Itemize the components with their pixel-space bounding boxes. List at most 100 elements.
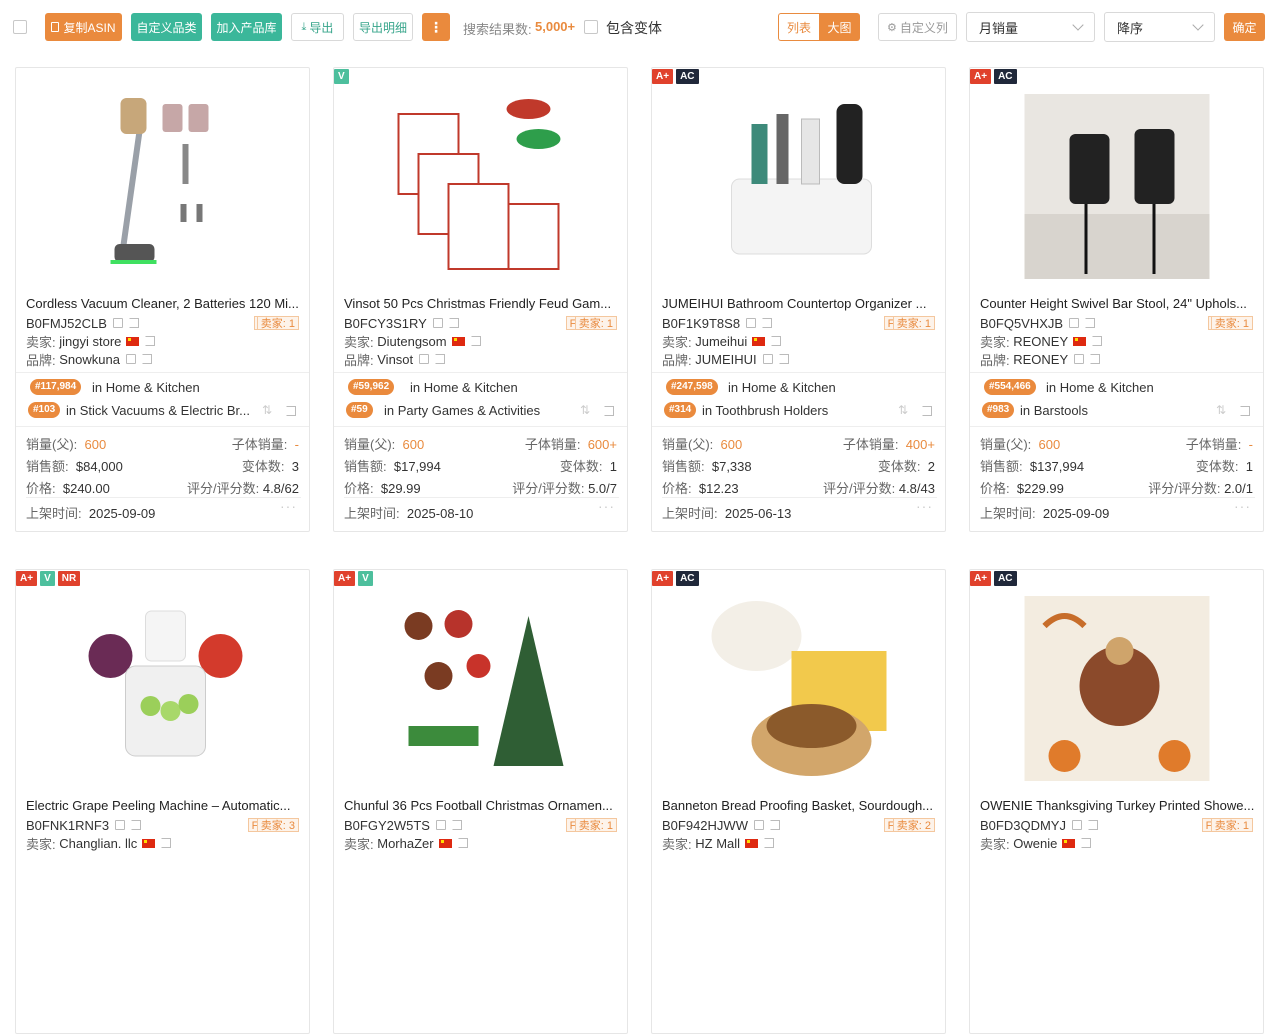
product-image[interactable] [388, 596, 573, 781]
copy-icon[interactable] [419, 354, 430, 364]
seller-name[interactable]: REONEY [1013, 334, 1068, 349]
product-image[interactable] [70, 94, 255, 279]
sub-category[interactable]: in Stick Vacuums & Electric Br... [66, 403, 251, 418]
custom-category-button[interactable]: 自定义品类 [131, 13, 202, 41]
external-link-icon[interactable] [451, 820, 462, 830]
copy-icon[interactable] [1074, 354, 1085, 364]
external-link-icon[interactable] [1092, 336, 1103, 346]
trend-icon[interactable]: ⇅ [898, 403, 908, 417]
view-large-button[interactable]: 大图 [819, 13, 860, 41]
asin-value[interactable]: B0FCY3S1RY [344, 316, 427, 331]
external-link-icon[interactable] [145, 336, 156, 346]
copy-icon[interactable] [746, 318, 757, 328]
sub-category[interactable]: in Barstools [1020, 403, 1088, 418]
external-link-icon[interactable] [1081, 838, 1092, 848]
external-link-icon[interactable] [771, 336, 782, 346]
product-image[interactable] [388, 94, 573, 279]
asin-value[interactable]: B0FD3QDMYJ [980, 818, 1066, 833]
sub-category[interactable]: in Party Games & Activities [384, 403, 541, 418]
external-link-icon[interactable] [604, 406, 614, 416]
product-title[interactable]: Cordless Vacuum Cleaner, 2 Batteries 120… [26, 296, 301, 311]
trend-icon[interactable]: ⇅ [262, 403, 272, 417]
more-menu-button[interactable]: ⋮ [422, 13, 450, 41]
seller-name[interactable]: Owenie [1013, 836, 1057, 851]
product-card[interactable]: A+ V NR Electric Grape Peeling Machine – A… [15, 569, 310, 1034]
product-image[interactable] [706, 94, 891, 279]
external-link-icon[interactable] [1240, 406, 1250, 416]
seller-name[interactable]: MorhaZer [377, 836, 433, 851]
external-link-icon[interactable] [457, 838, 468, 848]
product-image[interactable] [1024, 94, 1209, 279]
brand-name[interactable]: REONEY [1013, 352, 1068, 367]
product-title[interactable]: Counter Height Swivel Bar Stool, 24" Uph… [980, 296, 1255, 311]
export-detail-button[interactable]: 导出明细 [353, 13, 413, 41]
product-card[interactable]: Cordless Vacuum Cleaner, 2 Batteries 120… [15, 67, 310, 532]
copy-icon[interactable] [125, 354, 136, 364]
trend-icon[interactable]: ⇅ [580, 403, 590, 417]
more-options-icon[interactable]: ··· [598, 498, 615, 514]
product-card[interactable]: A+ AC Banneton Bread Proofing Basket, Sou… [651, 569, 946, 1034]
external-link-icon[interactable] [764, 838, 775, 848]
copy-icon[interactable] [435, 820, 446, 830]
external-link-icon[interactable] [769, 820, 780, 830]
copy-asin-button[interactable]: 复制ASIN [45, 13, 122, 41]
seller-name[interactable]: Diutengsom [377, 334, 446, 349]
product-image[interactable] [706, 596, 891, 781]
product-title[interactable]: Banneton Bread Proofing Basket, Sourdoug… [662, 798, 937, 813]
brand-name[interactable]: Snowkuna [59, 352, 120, 367]
more-options-icon[interactable]: ··· [916, 498, 933, 514]
select-all-checkbox[interactable] [13, 20, 27, 34]
seller-name[interactable]: Changlian. llc [59, 836, 137, 851]
product-title[interactable]: Chunful 36 Pcs Football Christmas Orname… [344, 798, 619, 813]
external-link-icon[interactable] [128, 318, 139, 328]
external-link-icon[interactable] [778, 354, 789, 364]
copy-icon[interactable] [1069, 318, 1080, 328]
external-link-icon[interactable] [1085, 318, 1096, 328]
asin-value[interactable]: B0FGY2W5TS [344, 818, 430, 833]
asin-value[interactable]: B0F942HJWW [662, 818, 748, 833]
external-link-icon[interactable] [161, 838, 172, 848]
copy-icon[interactable] [1071, 820, 1082, 830]
asin-value[interactable]: B0FQ5VHXJB [980, 316, 1063, 331]
asin-value[interactable]: B0FNK1RNF3 [26, 818, 109, 833]
copy-icon[interactable] [112, 318, 123, 328]
external-link-icon[interactable] [286, 406, 296, 416]
add-to-library-button[interactable]: 加入产品库 [211, 13, 282, 41]
product-card[interactable]: A+ AC OWENIE Thanksgiving Turkey Printed … [969, 569, 1264, 1034]
product-card[interactable]: V Vinsot 50 Pcs Christmas Friendly Feud … [333, 67, 628, 532]
confirm-button[interactable]: 确定 [1224, 13, 1265, 41]
brand-name[interactable]: JUMEIHUI [695, 352, 756, 367]
sort-field-select[interactable]: 月销量 [966, 12, 1095, 42]
more-options-icon[interactable]: ··· [1234, 498, 1251, 514]
seller-name[interactable]: Jumeihui [695, 334, 747, 349]
external-link-icon[interactable] [922, 406, 932, 416]
external-link-icon[interactable] [762, 318, 773, 328]
external-link-icon[interactable] [1090, 354, 1101, 364]
more-options-icon[interactable]: ··· [280, 498, 297, 514]
include-variants-checkbox[interactable] [584, 20, 598, 34]
sort-order-select[interactable]: 降序 [1104, 12, 1215, 42]
external-link-icon[interactable] [141, 354, 152, 364]
product-title[interactable]: OWENIE Thanksgiving Turkey Printed Showe… [980, 798, 1255, 813]
trend-icon[interactable]: ⇅ [1216, 403, 1226, 417]
sub-category[interactable]: in Toothbrush Holders [702, 403, 829, 418]
copy-icon[interactable] [432, 318, 443, 328]
external-link-icon[interactable] [470, 336, 481, 346]
product-card[interactable]: A+ AC JUMEIHUI Bathroom Countertop Organi… [651, 67, 946, 532]
external-link-icon[interactable] [131, 820, 142, 830]
external-link-icon[interactable] [435, 354, 446, 364]
copy-icon[interactable] [762, 354, 773, 364]
export-button[interactable]: ⤓ 导出 [291, 13, 344, 41]
product-title[interactable]: Vinsot 50 Pcs Christmas Friendly Feud Ga… [344, 296, 619, 311]
product-image[interactable] [1024, 596, 1209, 781]
view-list-button[interactable]: 列表 [778, 13, 819, 41]
copy-icon[interactable] [753, 820, 764, 830]
product-title[interactable]: Electric Grape Peeling Machine – Automat… [26, 798, 301, 813]
seller-name[interactable]: HZ Mall [695, 836, 740, 851]
product-card[interactable]: A+ V Chunful 36 Pcs Football Christmas Or… [333, 569, 628, 1034]
asin-value[interactable]: B0FMJ52CLB [26, 316, 107, 331]
product-title[interactable]: JUMEIHUI Bathroom Countertop Organizer .… [662, 296, 937, 311]
product-image[interactable] [70, 596, 255, 781]
product-card[interactable]: A+ AC Counter Height Swivel Bar Stool, 24… [969, 67, 1264, 532]
external-link-icon[interactable] [1087, 820, 1098, 830]
